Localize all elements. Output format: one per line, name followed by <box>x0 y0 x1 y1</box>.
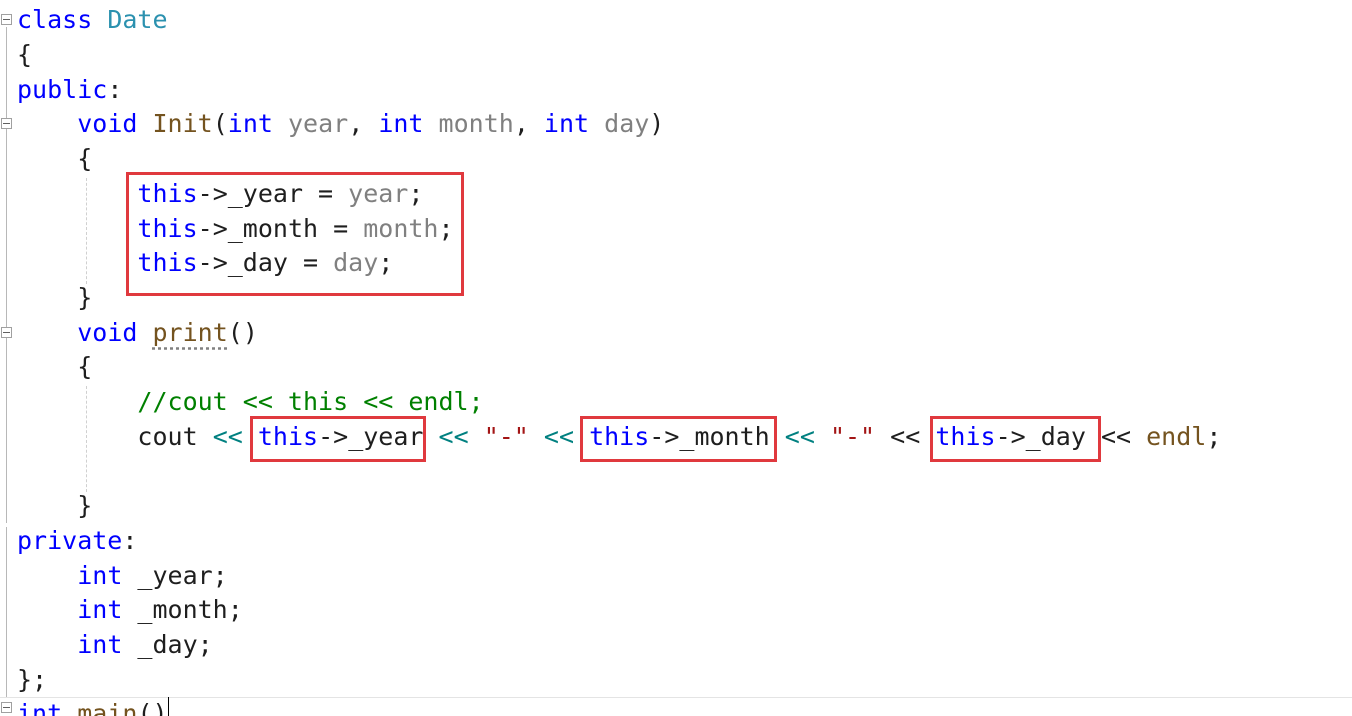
operator-shift: << <box>543 422 575 451</box>
param-month: month <box>438 109 514 138</box>
highlight-box-this-year <box>250 416 426 462</box>
operator-shift: << <box>1100 422 1132 451</box>
brace: } <box>77 283 93 312</box>
code-line-init-close[interactable]: } <box>17 281 92 315</box>
field-day: _day; <box>122 630 213 659</box>
operator-shift: << <box>784 422 815 451</box>
class-name: Date <box>107 5 168 34</box>
code-line-private[interactable]: private: <box>17 524 137 558</box>
code-line-open-brace[interactable]: { <box>17 38 32 72</box>
keyword-int: int <box>77 595 123 624</box>
code-line-print-open[interactable]: { <box>17 350 92 384</box>
code-line-class-decl[interactable]: class Date <box>17 3 168 37</box>
brace: { <box>17 40 33 69</box>
field-month: _month; <box>122 595 243 624</box>
collapse-init-icon[interactable] <box>1 118 12 129</box>
field-year: _year; <box>122 561 228 590</box>
keyword-int: int <box>543 109 590 138</box>
code-line-class-close[interactable]: }; <box>17 663 47 697</box>
code-line-print-signature[interactable]: void print() <box>17 316 258 350</box>
text-caret <box>168 697 169 716</box>
code-line-field-day[interactable]: int _day; <box>17 628 213 662</box>
keyword-int: int <box>77 630 123 659</box>
class-close-brace: }; <box>17 665 48 694</box>
code-line-main[interactable]: int main() <box>17 697 168 716</box>
parens: () <box>227 318 258 347</box>
highlight-box-init-assignments <box>126 172 464 296</box>
function-init: Init <box>152 109 213 138</box>
collapse-print-icon[interactable] <box>1 327 12 338</box>
collapse-class-icon[interactable] <box>1 14 12 25</box>
access-private: private <box>17 526 123 555</box>
function-print: print <box>152 318 228 347</box>
collapse-main-icon[interactable] <box>1 702 12 713</box>
keyword-int: int <box>77 561 123 590</box>
param-day: day <box>604 109 650 138</box>
outline-guide-class <box>6 27 7 523</box>
outline-guide-class-tail <box>6 527 7 697</box>
code-line-comment[interactable]: //cout << this << endl; <box>17 385 484 419</box>
string-dash: "-" <box>829 422 876 451</box>
access-public: public <box>17 75 108 104</box>
colon: : <box>122 526 138 555</box>
identifier-endl: endl <box>1146 422 1207 451</box>
parens: () <box>137 699 168 716</box>
semicolon: ; <box>1206 422 1222 451</box>
code-line-field-year[interactable]: int _year; <box>17 559 228 593</box>
code-line-public[interactable]: public: <box>17 73 122 107</box>
string-dash: "-" <box>483 422 529 451</box>
brace: { <box>77 352 93 381</box>
code-line-init-signature[interactable]: void Init(int year, int month, int day) <box>17 107 664 141</box>
brace: } <box>77 491 93 520</box>
brace: { <box>77 144 93 173</box>
keyword-class: class <box>17 5 93 34</box>
operator-shift: << <box>212 422 243 451</box>
keyword-void: void <box>77 318 138 347</box>
keyword-void: void <box>77 109 138 138</box>
colon: : <box>107 75 123 104</box>
code-line-field-month[interactable]: int _month; <box>17 593 243 627</box>
identifier-cout: cout <box>137 422 198 451</box>
comment: //cout << this << endl; <box>137 387 484 416</box>
highlight-box-this-month <box>580 416 777 462</box>
keyword-int: int <box>17 699 63 716</box>
code-editor[interactable]: class Date { public: void Init(int year,… <box>0 0 1352 716</box>
keyword-int: int <box>227 109 273 138</box>
operator-shift: << <box>890 422 921 451</box>
function-main: main <box>77 699 138 716</box>
keyword-int: int <box>378 109 424 138</box>
code-line-print-close[interactable]: } <box>17 489 92 523</box>
operator-shift: << <box>438 422 469 451</box>
param-year: year <box>288 109 349 138</box>
code-line-init-open[interactable]: { <box>17 142 92 176</box>
highlight-box-this-day <box>930 416 1101 462</box>
current-line-separator <box>0 697 1352 698</box>
